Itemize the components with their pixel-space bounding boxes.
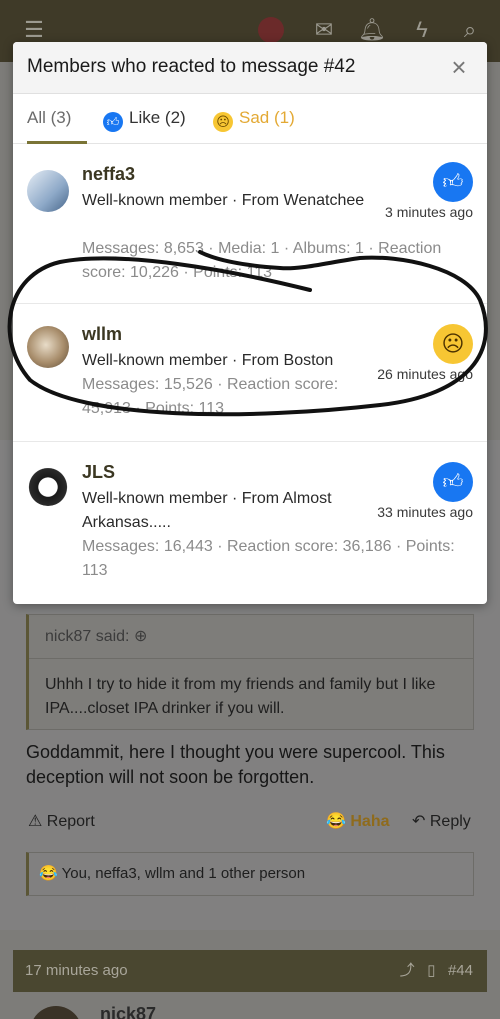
tab-sad[interactable]: ☹ Sad (1): [213, 108, 295, 144]
reaction-tabs: All (3) 👍︎ Like (2) ☹ Sad (1): [13, 94, 487, 144]
post-number[interactable]: ⤴ ▯ #44: [400, 950, 473, 992]
like-icon: 👍︎: [433, 462, 473, 502]
member-row-wllm: wllm Well-known member · From Boston ☹ 2…: [13, 304, 487, 442]
member-row-jls: JLS Well-known member · From Almost Arka…: [13, 442, 487, 604]
dialog-title: Members who reacted to message #42: [27, 56, 356, 77]
search-icon[interactable]: ⌕: [456, 16, 484, 44]
member-row-neffa3: neffa3 Well-known member · From Wenatche…: [13, 144, 487, 304]
laugh-icon: 😂: [39, 865, 58, 882]
author-name[interactable]: nick87: [100, 1004, 156, 1019]
mail-icon[interactable]: ✉: [310, 16, 338, 44]
quote-text: Uhhh I try to hide it from my friends an…: [45, 676, 436, 717]
bell-icon: ⚠︎: [28, 813, 43, 830]
bell-icon[interactable]: 🔔︎: [358, 16, 386, 44]
reactions-summary[interactable]: 😂 You, neffa3, wllm and 1 other person: [26, 852, 474, 896]
user-avatar[interactable]: [258, 17, 284, 43]
member-info: Well-known member · From Almost Arkansas…: [82, 490, 332, 531]
avatar[interactable]: [27, 326, 69, 368]
member-name[interactable]: wllm: [82, 324, 122, 345]
laugh-icon: 😂: [326, 813, 346, 830]
member-info: Well-known member · From Boston: [82, 352, 334, 369]
avatar[interactable]: [27, 170, 69, 212]
sad-icon: ☹: [213, 112, 233, 132]
reactions-dialog: Members who reacted to message #42 × All…: [13, 42, 487, 604]
like-icon: 👍︎: [433, 162, 473, 202]
member-stats: Messages: 15,526 · Reaction score: 45,91…: [82, 376, 339, 417]
post-actions: ⚠︎ Report 😂 Haha ↶ Reply: [26, 808, 474, 834]
haha-button[interactable]: 😂 Haha: [326, 811, 390, 831]
bookmark-icon[interactable]: ▯: [427, 962, 435, 979]
member-stats: Messages: 16,443 · Reaction score: 36,18…: [82, 538, 455, 579]
reaction-time: 33 minutes ago: [377, 504, 473, 520]
quote-author[interactable]: nick87 said: ⊕: [29, 615, 473, 659]
member-stats: Messages: 8,653 · Media: 1 · Albums: 1 ·…: [82, 240, 442, 281]
post-body: Goddammit, here I thought you were super…: [26, 742, 445, 787]
reply-icon: ↶: [412, 813, 426, 830]
sad-icon: ☹: [433, 324, 473, 364]
member-name[interactable]: JLS: [82, 462, 115, 483]
member-name[interactable]: neffa3: [82, 164, 135, 185]
reaction-time: 3 minutes ago: [385, 204, 473, 220]
tab-like[interactable]: 👍︎ Like (2): [103, 108, 186, 144]
quote-block: nick87 said: ⊕ Uhhh I try to hide it fro…: [26, 614, 474, 730]
close-button[interactable]: ×: [447, 53, 471, 81]
bolt-icon[interactable]: ϟ: [408, 16, 436, 44]
avatar[interactable]: [27, 464, 69, 506]
post-time[interactable]: 17 minutes ago: [25, 962, 128, 979]
reaction-time: 26 minutes ago: [377, 366, 473, 382]
next-post-header: 17 minutes ago ⤴ ▯ #44: [13, 950, 487, 992]
reply-button[interactable]: ↶ Reply: [412, 811, 471, 831]
share-icon[interactable]: ⤴: [400, 962, 415, 979]
tab-all[interactable]: All (3): [27, 108, 87, 144]
dialog-header: Members who reacted to message #42 ×: [13, 42, 487, 94]
member-info: Well-known member · From Wenatchee: [82, 192, 365, 209]
report-button[interactable]: ⚠︎ Report: [28, 811, 95, 831]
menu-icon[interactable]: ☰: [20, 16, 48, 44]
like-icon: 👍︎: [103, 112, 123, 132]
arrow-up-circle-icon[interactable]: ⊕: [134, 628, 147, 645]
